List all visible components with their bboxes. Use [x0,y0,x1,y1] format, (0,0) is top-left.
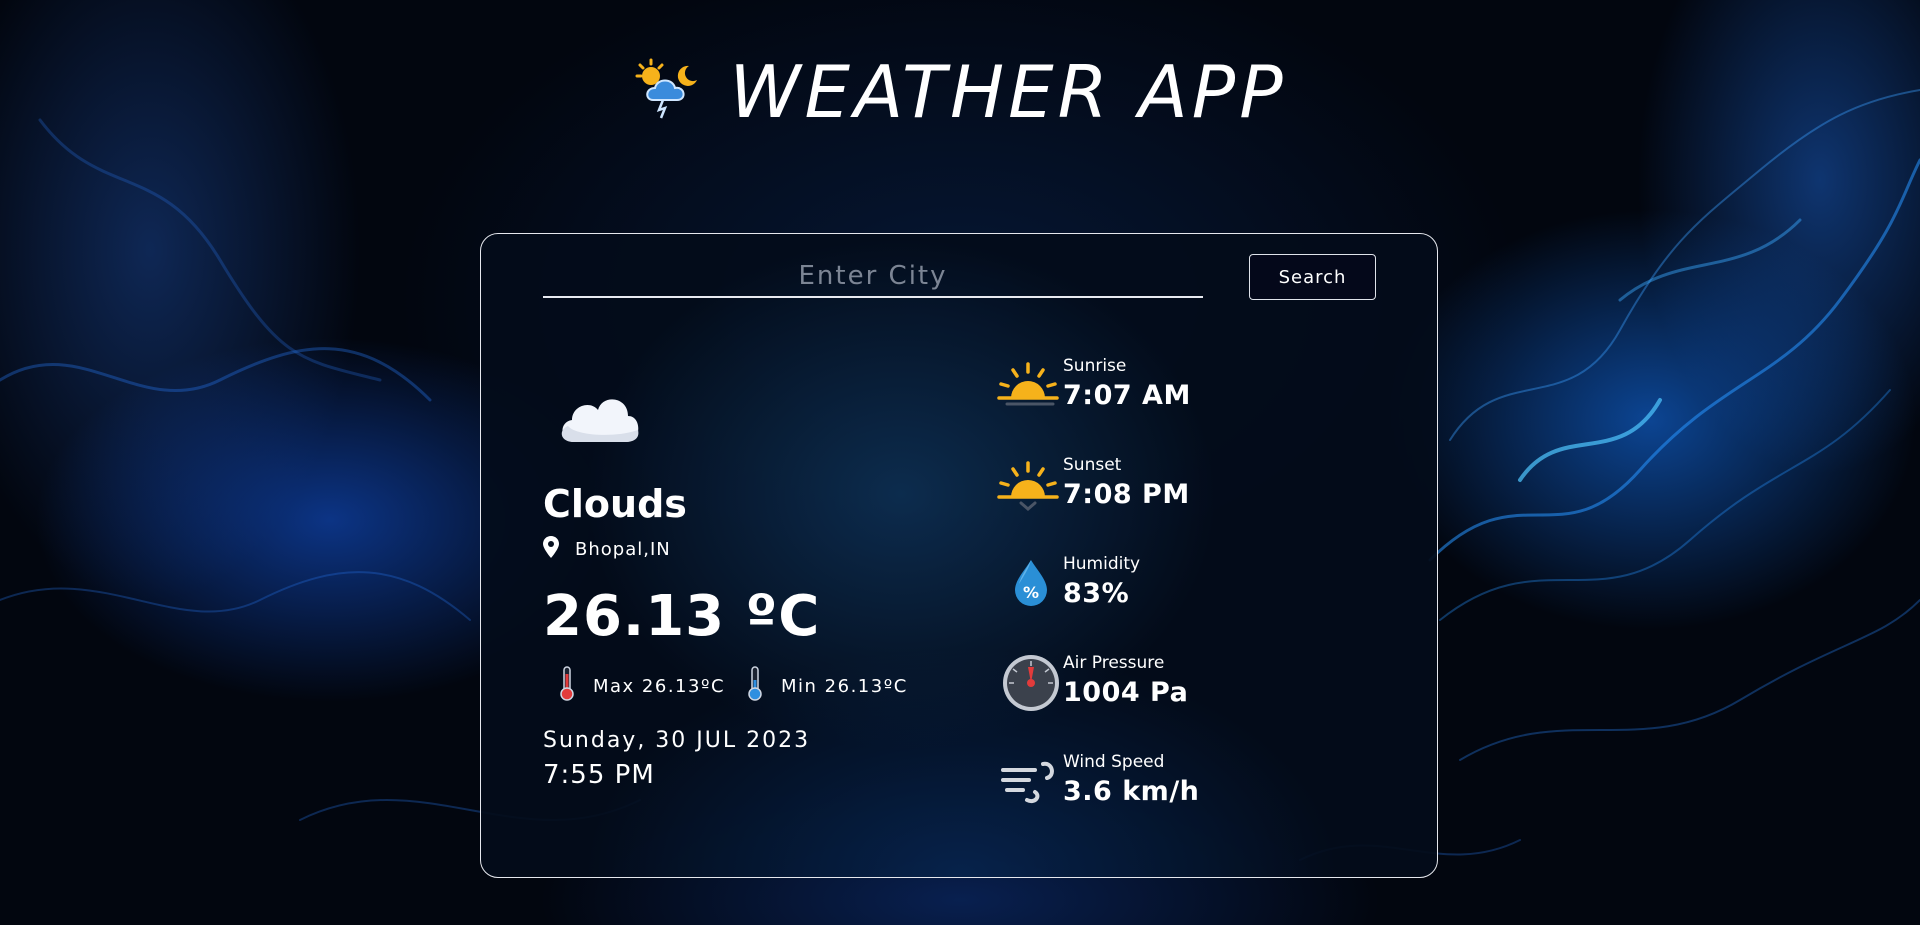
wind-speed-value: 3.6 km/h [1063,776,1200,807]
sunset-stat: Sunset 7:08 PM [995,455,1295,525]
air-pressure-stat: Air Pressure 1004 Pa [995,653,1295,723]
app-header: WEATHER APP [0,52,1920,132]
pressure-gauge-icon [995,653,1065,723]
cloud-icon [556,386,642,450]
sunrise-stat: Sunrise 7:07 AM [995,356,1295,426]
location-row: Bhopal,IN [543,536,671,563]
sunrise-label: Sunrise [1063,356,1127,376]
current-date: Sunday, 30 JUL 2023 [543,728,811,753]
app-title: WEATHER APP [729,50,1287,134]
air-pressure-label: Air Pressure [1063,653,1165,673]
wind-speed-stat: Wind Speed 3.6 km/h [995,752,1295,822]
humidity-icon: % [995,554,1065,624]
air-pressure-value: 1004 Pa [1063,677,1189,708]
current-temperature: 26.13 ºC [543,584,821,649]
min-temperature: Min 26.13ºC [781,676,908,697]
search-button[interactable]: Search [1249,254,1376,300]
location-text: Bhopal,IN [575,539,671,560]
min-max-row: Max 26.13ºC Min 26.13ºC [559,666,908,707]
humidity-stat: % Humidity 83% [995,554,1295,624]
sunset-icon [995,455,1065,525]
thermometer-hot-icon [559,666,575,707]
humidity-label: Humidity [1063,554,1141,574]
city-search-input[interactable] [543,256,1203,298]
current-time: 7:55 PM [543,760,655,790]
wind-speed-label: Wind Speed [1063,752,1165,772]
location-pin-icon [543,536,559,563]
sunrise-value: 7:07 AM [1063,380,1191,411]
weather-condition: Clouds [543,482,687,526]
humidity-value: 83% [1063,578,1130,609]
sunrise-icon [995,356,1065,426]
svg-text:%: % [1023,583,1039,602]
max-temperature: Max 26.13ºC [593,676,726,697]
sunset-label: Sunset [1063,455,1122,475]
thermometer-cold-icon [747,666,763,707]
weather-card: Search Clouds Bhopal,IN 26.13 ºC Max 26.… [480,233,1438,878]
sunset-value: 7:08 PM [1063,479,1190,510]
wind-icon [995,752,1065,822]
weather-logo-icon [633,58,703,126]
